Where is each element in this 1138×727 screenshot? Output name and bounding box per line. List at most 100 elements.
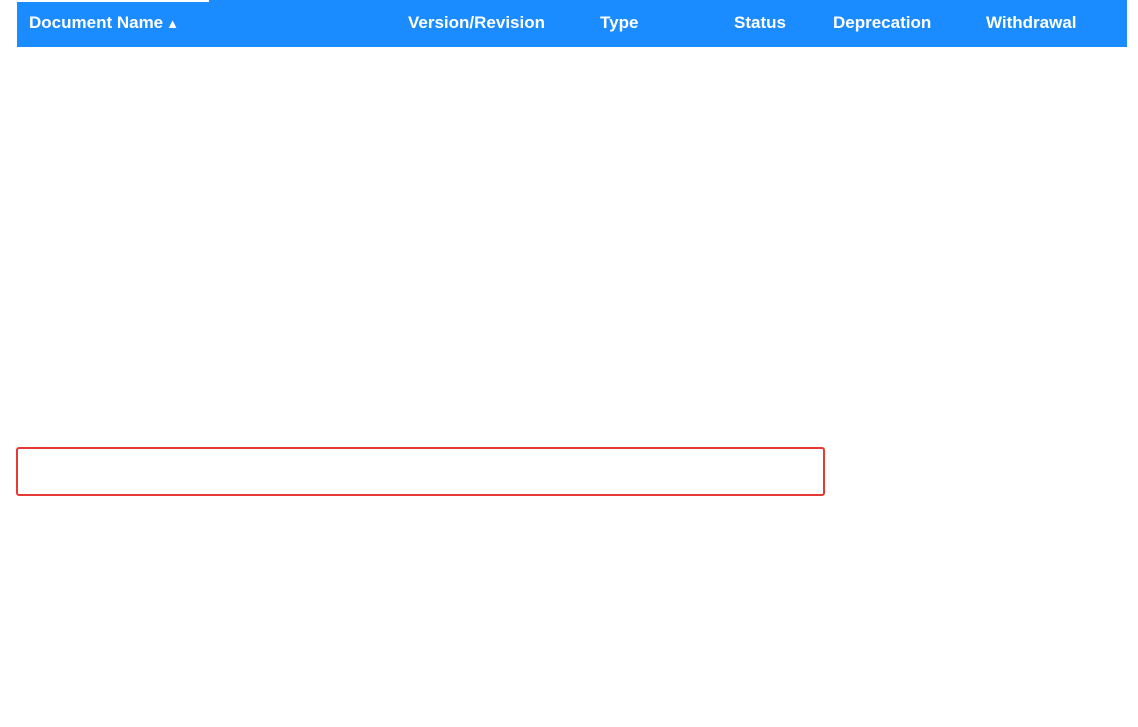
type-cell-text: Specification bbox=[600, 45, 686, 62]
status-cell-text: Adopted bbox=[734, 508, 790, 526]
header-divider bbox=[17, 0, 209, 2]
status-cell-text: Adopted bbox=[734, 184, 790, 202]
footnote-asterisk[interactable]: * bbox=[931, 555, 937, 572]
column-header-type[interactable]: Type bbox=[600, 13, 638, 33]
type-cell-text: Specification bbox=[600, 230, 686, 248]
type-cell-text: Specification bbox=[600, 462, 686, 480]
deprecation-cell: February 2030* bbox=[833, 263, 936, 309]
type-cell-text: Specification bbox=[600, 276, 686, 294]
document-name-link-text[interactable]: Core Specification bbox=[29, 416, 151, 433]
withdrawal-cell: February 2035* bbox=[986, 263, 1089, 309]
document-name-link-text[interactable]: Core Specification bbox=[29, 277, 151, 294]
footnote-asterisk[interactable]: * bbox=[931, 323, 937, 340]
footnote-asterisk[interactable]: * bbox=[1084, 323, 1090, 340]
type-cell: Specification bbox=[600, 77, 685, 123]
type-cell-text: Specification bbox=[600, 416, 686, 434]
table-row: Core Specification Addendum 5 Specificatio… bbox=[17, 541, 1127, 588]
footnote-asterisk[interactable]: * bbox=[931, 416, 937, 433]
version-cell: 5.0 bbox=[408, 356, 429, 402]
document-name-link[interactable]: Core Specification bbox=[29, 402, 151, 448]
status-cell: Adopted bbox=[734, 309, 790, 355]
table-row: Core Specification 4.2 Specification Adopte… bbox=[17, 402, 1127, 449]
document-name-link-text[interactable]: Coordinated Set Identification Profile bbox=[29, 91, 272, 108]
footnote-asterisk[interactable]: * bbox=[1084, 555, 1090, 572]
footnote-asterisk[interactable]: * bbox=[1084, 370, 1090, 387]
document-name-link[interactable]: Coordinated Set Identification Service bbox=[29, 124, 280, 170]
version-cell: 1.1 bbox=[408, 680, 429, 726]
type-cell-text: Specification bbox=[600, 91, 686, 109]
status-cell: Adopted bbox=[734, 449, 790, 495]
document-name-link[interactable]: Core Specification bbox=[29, 217, 151, 263]
column-header-withdrawal[interactable]: Withdrawal bbox=[986, 13, 1077, 33]
document-name-link-text[interactable]: Coordinated Set Identification Service bbox=[29, 184, 280, 201]
document-name-link-text[interactable]: Cycling Power Profile bbox=[29, 694, 172, 711]
table-row: Core Specification 5.1 Specification Adopte… bbox=[17, 309, 1127, 356]
document-name-link-text[interactable]: Coordinated Set Identification Profile bbox=[29, 45, 272, 62]
status-cell: Adopted bbox=[734, 217, 790, 263]
table-row: Current Time Service 1.1 Specification Adop… bbox=[17, 634, 1127, 681]
withdrawal-cell-text: July 2036 bbox=[986, 230, 1051, 248]
column-header-version[interactable]: Version/Revision bbox=[408, 13, 545, 33]
type-cell: Specification bbox=[600, 170, 685, 216]
status-cell: Adopted bbox=[734, 588, 790, 634]
footnote-asterisk[interactable]: * bbox=[931, 370, 937, 387]
status-cell-text: Adopted bbox=[734, 45, 790, 62]
status-cell: Adopted bbox=[734, 77, 790, 123]
status-cell-text: Adopted bbox=[734, 416, 790, 434]
deprecation-cell-text: February 2026 bbox=[833, 416, 931, 434]
version-cell-text: 1.0 bbox=[408, 184, 429, 202]
document-name-link-text[interactable]: Coordinated Set Identification Service bbox=[29, 138, 280, 155]
document-name-link[interactable]: Core Specification Supplement bbox=[29, 588, 235, 634]
document-name-link[interactable]: Core Specification bbox=[29, 356, 151, 402]
document-name-link[interactable]: Core Specification bbox=[29, 449, 151, 495]
version-cell-text: 5.0 bbox=[408, 369, 429, 387]
type-cell: Specification bbox=[600, 588, 685, 634]
document-name-link[interactable]: Core Specification bbox=[29, 263, 151, 309]
document-name-link-text[interactable]: Core Specification bbox=[29, 463, 151, 480]
footnote-asterisk[interactable]: * bbox=[897, 231, 903, 248]
type-cell: Specification bbox=[600, 217, 685, 263]
footnote-asterisk[interactable]: * bbox=[931, 509, 937, 526]
document-name-link-text[interactable]: Current Time Service bbox=[29, 648, 170, 665]
version-cell: 5 bbox=[408, 541, 416, 587]
type-cell: Specification bbox=[600, 309, 685, 355]
footnote-asterisk[interactable]: * bbox=[931, 277, 937, 294]
footnote-asterisk[interactable]: * bbox=[1084, 509, 1090, 526]
document-name-link-text[interactable]: Core Specification bbox=[29, 231, 151, 248]
document-name-link-text[interactable]: Core Specification Addendum bbox=[29, 509, 227, 526]
document-name-link[interactable]: Coordinated Set Identification Service bbox=[29, 170, 280, 216]
table-body: Coordinated Set Identification Profile 1.… bbox=[17, 31, 1127, 727]
document-name-link[interactable]: Coordinated Set Identification Profile bbox=[29, 77, 272, 123]
type-cell-text: Specification bbox=[600, 648, 686, 666]
version-cell-text: 1.0.1 bbox=[408, 137, 442, 155]
document-name-link-text[interactable]: Core Specification bbox=[29, 370, 151, 387]
column-header-deprecation[interactable]: Deprecation bbox=[833, 13, 931, 33]
status-cell: Adopted bbox=[734, 680, 790, 726]
document-name-link-text[interactable]: Core Specification Supplement bbox=[29, 602, 235, 619]
withdrawal-cell-text: February 2031 bbox=[986, 555, 1084, 573]
version-cell-text: 5.2 bbox=[408, 276, 429, 294]
version-cell-text: 4.2 bbox=[408, 416, 429, 434]
type-cell: Specification bbox=[600, 449, 685, 495]
type-cell: Specification bbox=[600, 495, 685, 541]
status-cell-text: Adopted bbox=[734, 91, 790, 109]
withdrawal-cell-text: February 2032 bbox=[986, 508, 1084, 526]
column-header-status[interactable]: Status bbox=[734, 13, 786, 33]
version-cell: 1.1 bbox=[408, 634, 429, 680]
document-name-link[interactable]: Current Time Service bbox=[29, 634, 170, 680]
document-name-link[interactable]: Core Specification Addendum bbox=[29, 541, 227, 587]
sort-ascending-icon: ▲ bbox=[166, 16, 180, 31]
type-cell-text: Specification bbox=[600, 508, 686, 526]
status-cell-text: Adopted bbox=[734, 555, 790, 573]
footnote-asterisk[interactable]: * bbox=[1084, 416, 1090, 433]
footnote-asterisk[interactable]: * bbox=[1084, 277, 1090, 294]
footnote-asterisk[interactable]: * bbox=[1050, 231, 1056, 248]
column-header-document-name[interactable]: Document Name ▲ bbox=[29, 13, 179, 33]
document-name-link-text[interactable]: Core Specification Addendum bbox=[29, 555, 227, 572]
version-cell: 1.0.1 bbox=[408, 124, 441, 170]
document-name-link[interactable]: Cycling Power Profile bbox=[29, 680, 172, 726]
deprecation-cell: February 2026* bbox=[833, 402, 936, 448]
document-name-link-text[interactable]: Core Specification bbox=[29, 323, 151, 340]
document-name-link[interactable]: Core Specification bbox=[29, 309, 151, 355]
document-name-link[interactable]: Core Specification Addendum bbox=[29, 495, 227, 541]
